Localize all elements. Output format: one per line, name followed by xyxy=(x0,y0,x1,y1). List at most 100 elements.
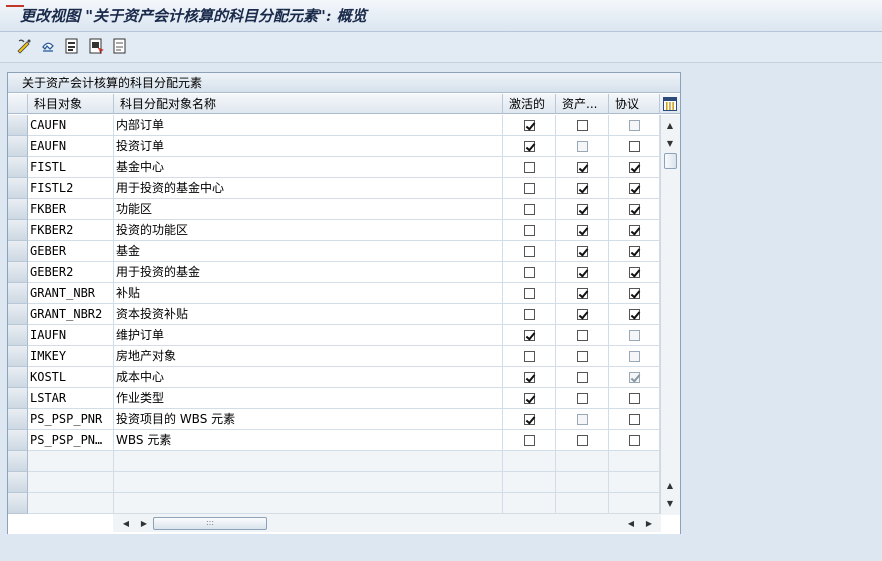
active-checkbox[interactable] xyxy=(523,434,535,446)
row-selector[interactable] xyxy=(8,241,28,262)
asset-checkbox[interactable] xyxy=(576,119,588,131)
object-name-cell: 功能区 xyxy=(114,199,503,220)
active-checkbox[interactable] xyxy=(523,308,535,320)
asset-checkbox[interactable] xyxy=(576,161,588,173)
empty-cell[interactable] xyxy=(28,493,114,514)
deselect-all-button[interactable] xyxy=(110,36,130,56)
row-selector[interactable] xyxy=(8,199,28,220)
asset-checkbox[interactable] xyxy=(576,224,588,236)
empty-cell[interactable] xyxy=(114,493,503,514)
agreement-checkbox[interactable] xyxy=(628,392,640,404)
agreement-checkbox[interactable] xyxy=(628,308,640,320)
table-settings-button[interactable] xyxy=(660,94,680,114)
select-all-button[interactable] xyxy=(62,36,82,56)
row-selector[interactable] xyxy=(8,157,28,178)
table-row: IAUFN 维护订单 xyxy=(8,325,660,346)
horizontal-scrollbar[interactable]: ◀ ▶ ::: xyxy=(113,514,661,532)
agreement-checkbox[interactable] xyxy=(628,224,640,236)
row-selector[interactable] xyxy=(8,472,28,493)
row-selector[interactable] xyxy=(8,451,28,472)
row-selector[interactable] xyxy=(8,283,28,304)
row-selector[interactable] xyxy=(8,367,28,388)
column-header-account-object[interactable]: 科目对象 xyxy=(28,94,114,114)
active-checkbox[interactable] xyxy=(523,245,535,257)
agreement-checkbox[interactable] xyxy=(628,287,640,299)
vertical-scrollbar[interactable]: ▲ ▼ ▲ ▼ xyxy=(660,115,680,515)
asset-checkbox[interactable] xyxy=(576,245,588,257)
column-header-agreement[interactable]: 协议 xyxy=(609,94,660,114)
scroll-left-icon[interactable]: ◀ xyxy=(117,515,135,531)
active-checkbox[interactable] xyxy=(523,287,535,299)
active-checkbox[interactable] xyxy=(523,266,535,278)
asset-checkbox[interactable] xyxy=(576,350,588,362)
active-checkbox[interactable] xyxy=(523,119,535,131)
agreement-checkbox[interactable] xyxy=(628,434,640,446)
asset-checkbox[interactable] xyxy=(576,329,588,341)
column-header-active[interactable]: 激活的 xyxy=(503,94,556,114)
row-selector[interactable] xyxy=(8,304,28,325)
change-display-button[interactable] xyxy=(14,36,34,56)
page-up-icon[interactable]: ▲ xyxy=(661,477,679,493)
row-selector[interactable] xyxy=(8,493,28,514)
active-checkbox[interactable] xyxy=(523,224,535,236)
active-cell xyxy=(503,178,556,199)
horizontal-scroll-thumb[interactable]: ::: xyxy=(153,517,267,530)
row-selector[interactable] xyxy=(8,220,28,241)
empty-cell[interactable] xyxy=(114,472,503,493)
agreement-checkbox[interactable] xyxy=(628,413,640,425)
agreement-checkbox[interactable] xyxy=(628,266,640,278)
row-selector[interactable] xyxy=(8,115,28,136)
active-checkbox[interactable] xyxy=(523,329,535,341)
scroll-up-icon[interactable]: ▲ xyxy=(661,117,679,133)
row-selector[interactable] xyxy=(8,430,28,451)
select-block-button[interactable] xyxy=(86,36,106,56)
row-selector[interactable] xyxy=(8,346,28,367)
active-checkbox[interactable] xyxy=(523,182,535,194)
active-checkbox[interactable] xyxy=(523,140,535,152)
agreement-cell xyxy=(609,346,660,367)
agreement-checkbox[interactable] xyxy=(628,161,640,173)
asset-checkbox[interactable] xyxy=(576,434,588,446)
asset-checkbox[interactable] xyxy=(576,308,588,320)
page-down-icon[interactable]: ▼ xyxy=(661,495,679,511)
undo-button[interactable] xyxy=(38,36,58,56)
empty-cell[interactable] xyxy=(28,472,114,493)
asset-checkbox[interactable] xyxy=(576,371,588,383)
active-checkbox[interactable] xyxy=(523,371,535,383)
row-selector[interactable] xyxy=(8,136,28,157)
agreement-checkbox[interactable] xyxy=(628,245,640,257)
asset-checkbox[interactable] xyxy=(576,182,588,194)
select-all-rows-header[interactable] xyxy=(8,94,28,114)
scroll-left-end-icon[interactable]: ◀ xyxy=(622,515,640,531)
active-checkbox[interactable] xyxy=(523,203,535,215)
scroll-right-icon[interactable]: ▶ xyxy=(135,515,153,531)
vertical-scroll-thumb[interactable] xyxy=(664,153,677,169)
asset-checkbox[interactable] xyxy=(576,203,588,215)
active-checkbox[interactable] xyxy=(523,161,535,173)
asset-checkbox[interactable] xyxy=(576,287,588,299)
empty-cell xyxy=(609,472,660,493)
column-header-asset[interactable]: 资产... xyxy=(556,94,609,114)
column-header-object-name[interactable]: 科目分配对象名称 xyxy=(114,94,503,114)
horizontal-scrollbar-right[interactable]: ◀ ▶ xyxy=(620,514,660,532)
agreement-checkbox[interactable] xyxy=(628,182,640,194)
empty-cell[interactable] xyxy=(114,451,503,472)
asset-checkbox[interactable] xyxy=(576,266,588,278)
row-selector[interactable] xyxy=(8,388,28,409)
agreement-checkbox[interactable] xyxy=(628,203,640,215)
asset-checkbox[interactable] xyxy=(576,392,588,404)
empty-cell[interactable] xyxy=(28,451,114,472)
row-selector[interactable] xyxy=(8,409,28,430)
agreement-checkbox[interactable] xyxy=(628,140,640,152)
row-selector[interactable] xyxy=(8,325,28,346)
scroll-right-end-icon[interactable]: ▶ xyxy=(640,515,658,531)
active-checkbox[interactable] xyxy=(523,350,535,362)
row-selector[interactable] xyxy=(8,178,28,199)
active-checkbox[interactable] xyxy=(523,413,535,425)
scroll-down-icon[interactable]: ▼ xyxy=(661,135,679,151)
account-object-cell: FKBER xyxy=(28,199,114,220)
table-row: FKBER 功能区 xyxy=(8,199,660,220)
active-checkbox[interactable] xyxy=(523,392,535,404)
table-row: PS_PSP_PNR 投资项目的 WBS 元素 xyxy=(8,409,660,430)
row-selector[interactable] xyxy=(8,262,28,283)
